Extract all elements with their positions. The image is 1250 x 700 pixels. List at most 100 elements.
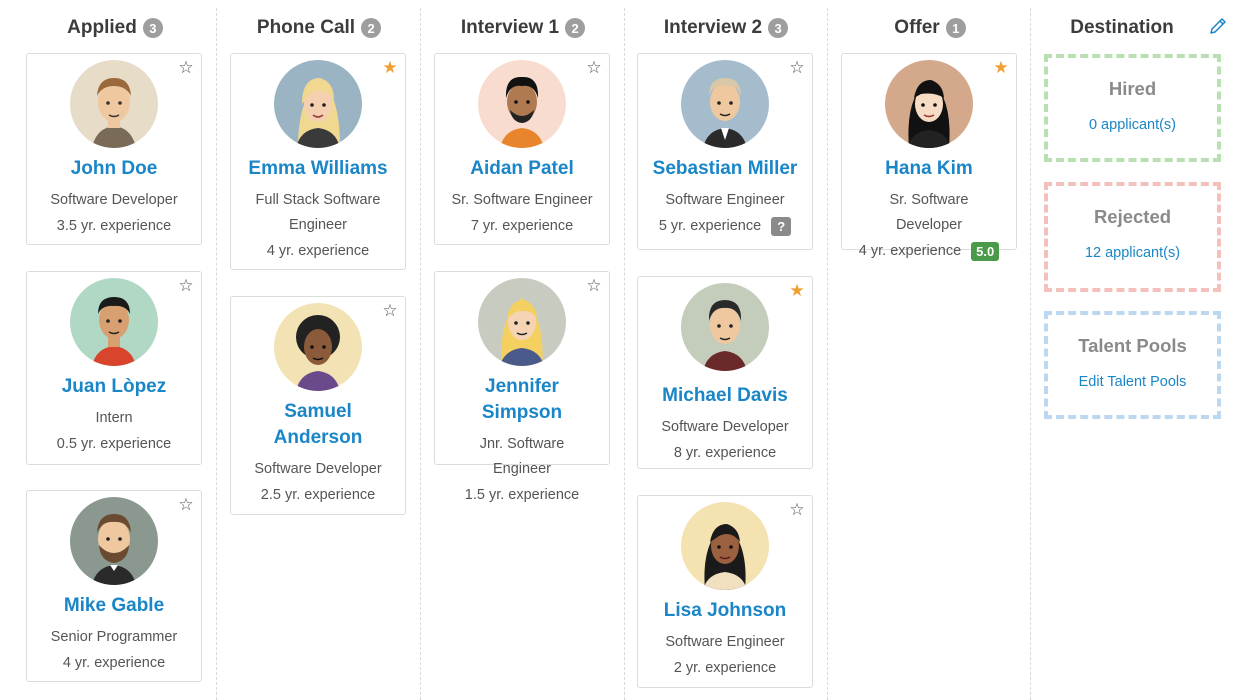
avatar (681, 502, 769, 590)
candidate-title: Full Stack Software Engineer (255, 192, 381, 233)
candidate-name[interactable]: Samuel Anderson (231, 399, 405, 451)
candidate-name[interactable]: Emma Williams (231, 156, 405, 182)
dropzone-title: Talent Pools (1078, 335, 1187, 356)
column-header: Applied 3 (26, 14, 204, 42)
star-outline-icon[interactable]: ☆ (789, 59, 805, 76)
count-badge: 1 (945, 18, 966, 38)
candidate-name[interactable]: Jennifer Simpson (435, 374, 609, 426)
candidate-title: Jnr. Software Engineer (479, 436, 565, 477)
dropzone-title: Rejected (1093, 206, 1172, 227)
column-offer: Offer 1 ★ Hana Kim Sr. Software Develope… (841, 0, 1019, 700)
candidate-experience: 1.5 yr. experience (435, 482, 609, 509)
count-badge: 2 (361, 18, 382, 38)
star-filled-icon[interactable]: ★ (993, 59, 1009, 76)
candidate-card-samuel-anderson[interactable]: ☆ Samuel Anderson Software Developer 2.5… (230, 296, 406, 515)
star-filled-icon[interactable]: ★ (789, 282, 805, 299)
column-divider (420, 8, 421, 700)
star-filled-icon[interactable]: ★ (382, 59, 398, 76)
avatar (681, 283, 769, 371)
experience-text: 5 yr. experience (658, 218, 762, 234)
edit-talent-pools-link[interactable]: Edit Talent Pools (1048, 372, 1217, 392)
experience-text: 8 yr. experience (673, 445, 777, 461)
experience-text: 2 yr. experience (673, 660, 777, 676)
column-divider (1030, 8, 1031, 700)
column-interview-1: Interview 1 2 ☆ Aidan Patel Sr. Software… (434, 0, 612, 700)
star-outline-icon[interactable]: ☆ (789, 501, 805, 518)
candidate-title: Sr. Software Developer (889, 192, 969, 233)
column-divider (624, 8, 625, 700)
column-header: Interview 2 3 (637, 14, 815, 42)
avatar (70, 278, 158, 366)
column-title: Interview 1 (460, 17, 560, 38)
pencil-icon[interactable] (1208, 16, 1228, 36)
candidate-card-emma-williams[interactable]: ★ Emma Williams Full Stack Software Engi… (230, 53, 406, 270)
avatar (885, 60, 973, 148)
star-outline-icon[interactable]: ☆ (178, 59, 194, 76)
candidate-experience: 3.5 yr. experience (27, 213, 201, 240)
experience-text: 7 yr. experience (470, 218, 574, 234)
star-outline-icon[interactable]: ☆ (178, 496, 194, 513)
candidate-name[interactable]: Mike Gable (27, 593, 201, 619)
avatar (681, 60, 769, 148)
experience-text: 4 yr. experience (266, 243, 370, 259)
candidate-name[interactable]: Aidan Patel (435, 156, 609, 182)
star-outline-icon[interactable]: ☆ (586, 277, 602, 294)
candidate-title: Software Developer (661, 419, 789, 435)
candidate-name[interactable]: John Doe (27, 156, 201, 182)
count-badge: 3 (142, 18, 163, 38)
candidate-card-john-doe[interactable]: ☆ John Doe Software Developer 3.5 yr. ex… (26, 53, 202, 245)
candidate-card-juan-lopez[interactable]: ☆ Juan Lòpez Intern 0.5 yr. experience (26, 271, 202, 465)
candidate-experience: 2.5 yr. experience (231, 482, 405, 509)
candidate-card-sebastian-miller[interactable]: ☆ Sebastian Miller Software Engineer 5 y… (637, 53, 813, 250)
candidate-card-aidan-patel[interactable]: ☆ Aidan Patel Sr. Software Engineer 7 yr… (434, 53, 610, 245)
dropzone-talent-pools[interactable]: Talent Pools Edit Talent Pools (1044, 311, 1221, 419)
destination-title: Destination (1070, 17, 1174, 38)
rejected-applicants-link[interactable]: 12 applicant(s) (1048, 243, 1217, 263)
candidate-experience: 4 yr. experience (231, 238, 405, 265)
candidate-experience: 0.5 yr. experience (27, 431, 201, 458)
column-title: Applied (67, 17, 137, 38)
column-divider (216, 8, 217, 700)
candidate-card-hana-kim[interactable]: ★ Hana Kim Sr. Software Developer 4 yr. … (841, 53, 1017, 261)
candidate-experience: 4 yr. experience (27, 650, 201, 677)
candidate-experience: 8 yr. experience (638, 440, 812, 467)
destination-header: Destination (1032, 14, 1212, 42)
experience-text: 1.5 yr. experience (464, 487, 580, 503)
candidate-title: Software Developer (50, 192, 178, 208)
candidate-name[interactable]: Michael Davis (638, 383, 812, 409)
score-badge: 5.0 (971, 242, 1000, 261)
column-interview-2: Interview 2 3 ☆ Sebastian Miller Softwar… (637, 0, 815, 700)
candidate-card-michael-davis[interactable]: ★ Michael Davis Software Developer 8 yr.… (637, 276, 813, 469)
experience-text: 3.5 yr. experience (56, 218, 172, 234)
candidate-title: Intern (95, 410, 133, 426)
star-outline-icon[interactable]: ☆ (586, 59, 602, 76)
dropzone-rejected[interactable]: Rejected 12 applicant(s) (1044, 182, 1221, 292)
column-header: Offer 1 (841, 14, 1019, 42)
candidate-card-lisa-johnson[interactable]: ☆ Lisa Johnson Software Engineer 2 yr. e… (637, 495, 813, 688)
dropzone-hired[interactable]: Hired 0 applicant(s) (1044, 54, 1221, 162)
candidate-name[interactable]: Hana Kim (842, 156, 1016, 182)
experience-text: 4 yr. experience (62, 655, 166, 671)
dropzone-title: Hired (1108, 78, 1157, 99)
candidate-card-mike-gable[interactable]: ☆ Mike Gable Senior Programmer 4 yr. exp… (26, 490, 202, 682)
avatar (478, 278, 566, 366)
star-outline-icon[interactable]: ☆ (178, 277, 194, 294)
avatar (478, 60, 566, 148)
column-applied: Applied 3 ☆ John Doe Software Developer … (26, 0, 204, 700)
candidate-name[interactable]: Lisa Johnson (638, 598, 812, 624)
candidate-experience: 5 yr. experience ? (638, 213, 812, 240)
experience-text: 4 yr. experience (858, 243, 962, 259)
column-title: Phone Call (256, 17, 356, 38)
star-outline-icon[interactable]: ☆ (382, 302, 398, 319)
candidate-name[interactable]: Juan Lòpez (27, 374, 201, 400)
avatar (274, 60, 362, 148)
avatar (274, 303, 362, 391)
candidate-card-jennifer-simpson[interactable]: ☆ Jennifer Simpson Jnr. Software Enginee… (434, 271, 610, 503)
count-badge: 3 (768, 18, 789, 38)
candidate-name[interactable]: Sebastian Miller (638, 156, 812, 182)
candidate-experience: 2 yr. experience (638, 655, 812, 682)
hired-applicants-link[interactable]: 0 applicant(s) (1048, 115, 1217, 135)
candidate-title: Software Engineer (665, 192, 785, 208)
column-header: Phone Call 2 (230, 14, 408, 42)
candidate-experience: 4 yr. experience 5.0 (842, 238, 1016, 265)
